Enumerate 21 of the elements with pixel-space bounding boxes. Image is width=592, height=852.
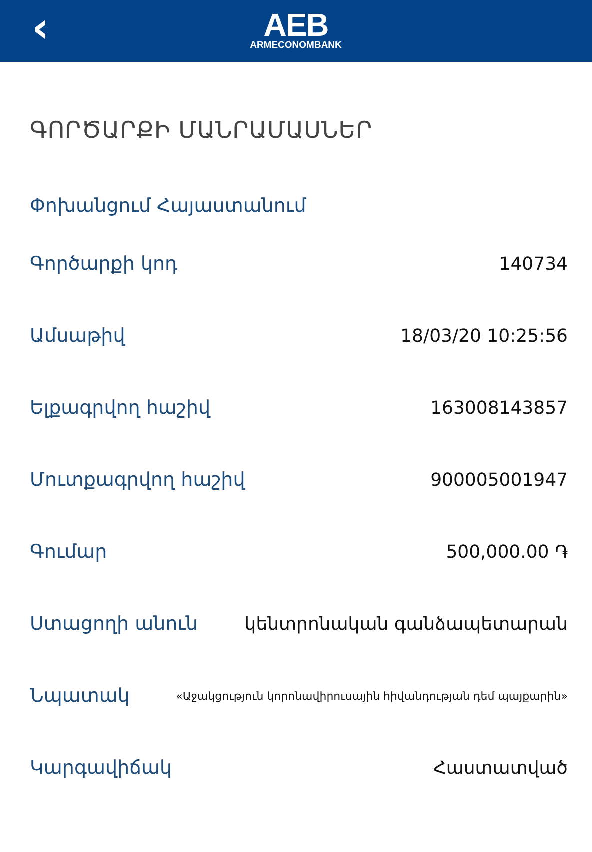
detail-label: Գործարքի կոդ bbox=[30, 253, 178, 275]
detail-label: Նպատակ bbox=[30, 685, 130, 707]
detail-value: Հաստատված bbox=[433, 758, 568, 778]
detail-value: կենտրոնական գանձապետարան bbox=[244, 614, 568, 634]
detail-label: Ամսաթիվ bbox=[30, 325, 126, 347]
detail-value: 900005001947 bbox=[430, 470, 568, 490]
logo-caption: ARMECONOMBANK bbox=[250, 40, 342, 52]
detail-value: «Աջակցություն կորոնավիրուսային հիվանդության դեմ պայքարին» bbox=[176, 690, 568, 702]
detail-label: Ելքագրվող հաշիվ bbox=[30, 397, 210, 419]
detail-label: Ստացողի անուն bbox=[30, 613, 198, 635]
detail-label: Մուտքագրվող հաշիվ bbox=[30, 469, 246, 491]
detail-value: 140734 bbox=[499, 254, 568, 274]
bank-logo: AEB bbox=[264, 10, 328, 40]
transfer-type: Փոխանցում Հայաստանում bbox=[30, 194, 308, 219]
detail-value: 18/03/20 10:25:56 bbox=[400, 326, 568, 346]
detail-value: 500,000.00 ֏ bbox=[446, 542, 568, 562]
detail-value: 163008143857 bbox=[430, 398, 568, 418]
page-title: ԳՈՐԾԱՐՔԻ ՄԱՆՐԱՄԱՍՆԵՐ bbox=[30, 117, 374, 146]
back-button[interactable]: ‹ bbox=[26, 8, 56, 48]
detail-label: Կարգավիճակ bbox=[30, 757, 172, 779]
detail-label: Գումար bbox=[30, 541, 108, 563]
